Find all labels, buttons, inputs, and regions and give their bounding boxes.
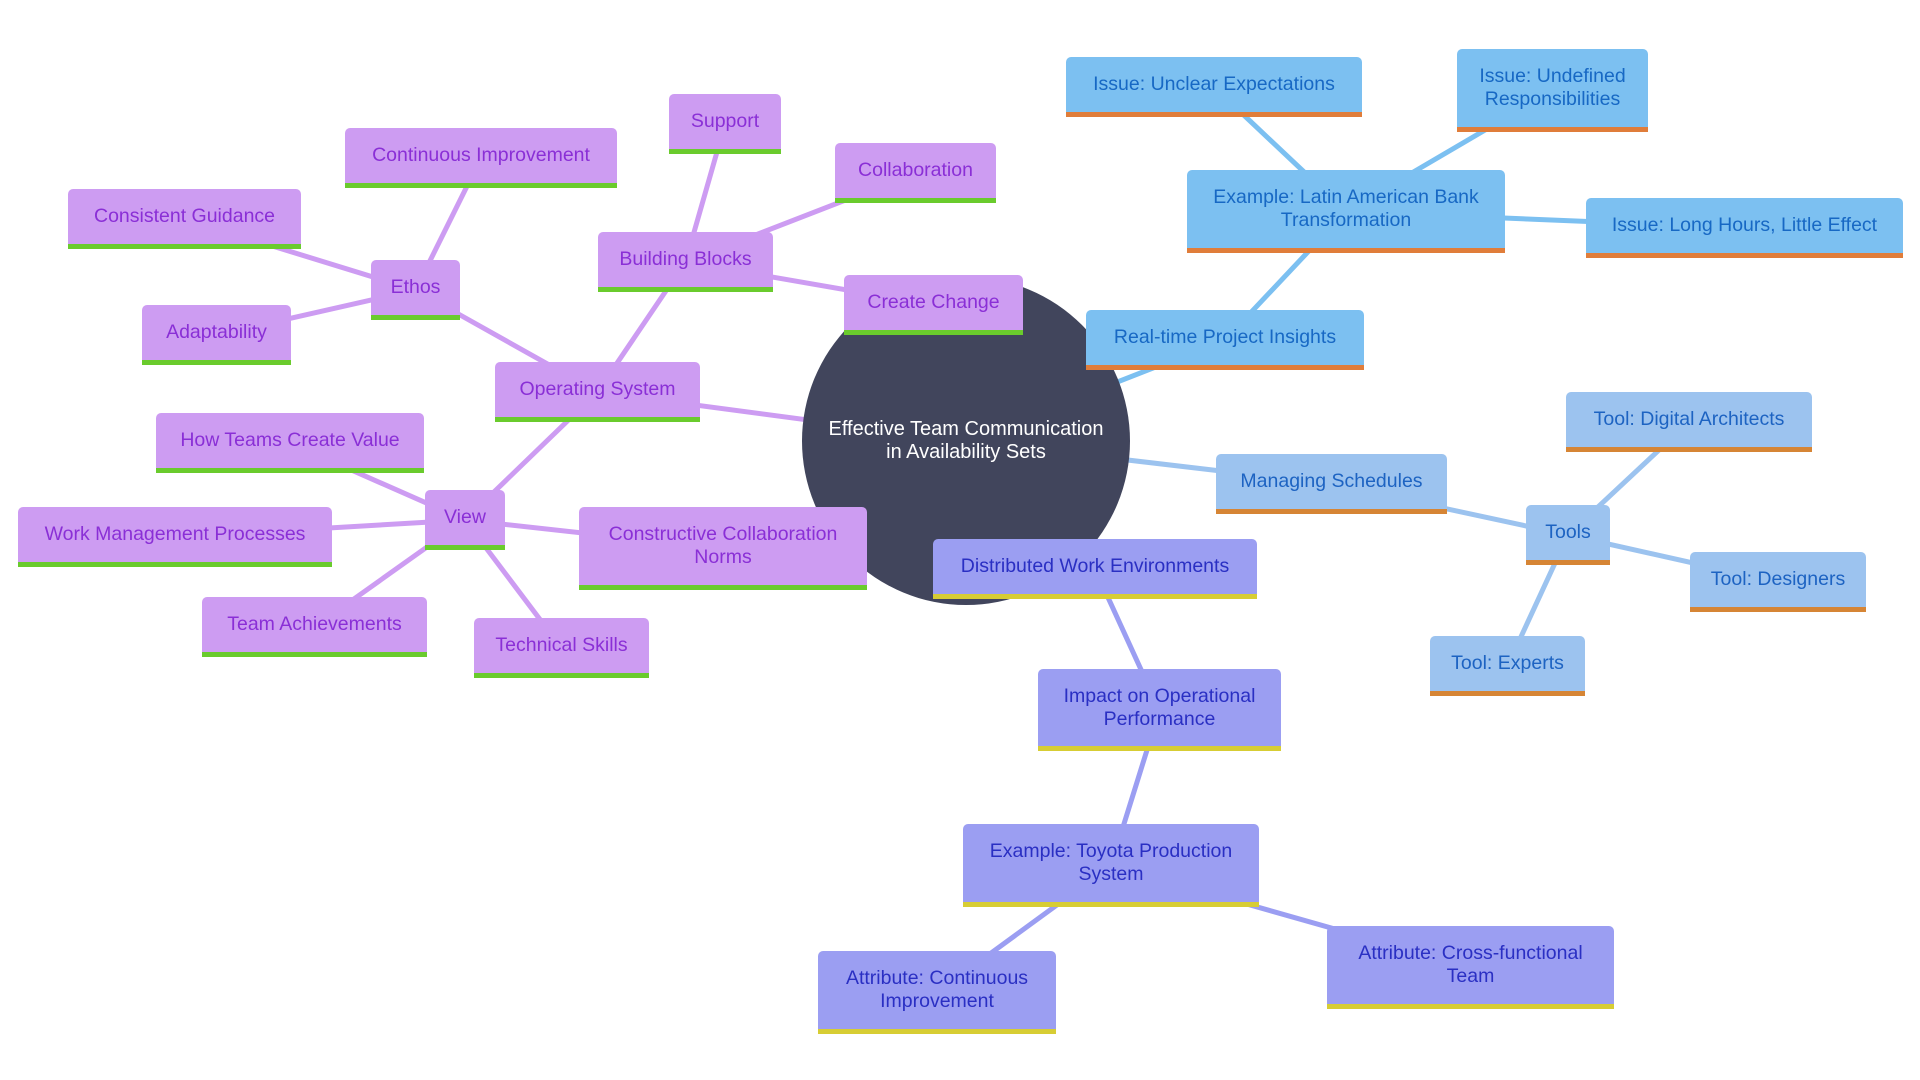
node-impact-operational-performance[interactable]: Impact on Operational Performance <box>1038 669 1281 751</box>
node-ethos[interactable]: Ethos <box>371 260 460 320</box>
node-technical-skills[interactable]: Technical Skills <box>474 618 649 678</box>
node-attribute-cross-functional-team[interactable]: Attribute: Cross-functional Team <box>1327 926 1614 1009</box>
node-label: Example: Toyota Production System <box>989 840 1233 885</box>
node-label: Ethos <box>390 276 441 298</box>
node-issue-unclear-expectations[interactable]: Issue: Unclear Expectations <box>1066 57 1362 117</box>
node-label: Tool: Designers <box>1710 568 1846 590</box>
node-label: Impact on Operational Performance <box>1063 684 1256 730</box>
node-adaptability[interactable]: Adaptability <box>142 305 291 365</box>
node-label: Work Management Processes <box>44 523 306 545</box>
node-consistent-guidance[interactable]: Consistent Guidance <box>68 189 301 249</box>
node-tools[interactable]: Tools <box>1526 505 1610 565</box>
node-label: Team Achievements <box>227 613 402 635</box>
node-tool-digital-architects[interactable]: Tool: Digital Architects <box>1566 392 1812 452</box>
node-label: Attribute: Continuous Improvement <box>845 967 1029 1012</box>
node-label: Adaptability <box>166 321 267 343</box>
node-managing-schedules[interactable]: Managing Schedules <box>1216 454 1447 514</box>
node-label: Tools <box>1545 521 1591 543</box>
node-label: Constructive Collaboration Norms <box>608 523 838 568</box>
root-node-label: Effective Team Communication in Availabi… <box>828 418 1104 463</box>
node-label: Issue: Unclear Expectations <box>1093 73 1335 95</box>
node-label: Managing Schedules <box>1240 470 1423 492</box>
node-tool-experts[interactable]: Tool: Experts <box>1430 636 1585 696</box>
node-tool-designers[interactable]: Tool: Designers <box>1690 552 1866 612</box>
node-building-blocks[interactable]: Building Blocks <box>598 232 773 292</box>
node-label: Tool: Digital Architects <box>1593 408 1785 430</box>
node-label: Attribute: Cross-functional Team <box>1358 942 1583 987</box>
node-issue-undefined-responsibilities[interactable]: Issue: Undefined Responsibilities <box>1457 49 1648 132</box>
node-label: Issue: Undefined Responsibilities <box>1479 65 1626 110</box>
node-operating-system[interactable]: Operating System <box>495 362 700 422</box>
node-latin-american-bank[interactable]: Example: Latin American Bank Transformat… <box>1187 170 1505 253</box>
node-label: Collaboration <box>858 159 973 181</box>
node-view[interactable]: View <box>425 490 505 550</box>
node-work-management-processes[interactable]: Work Management Processes <box>18 507 332 567</box>
node-constructive-collaboration-norms[interactable]: Constructive Collaboration Norms <box>579 507 867 590</box>
node-continuous-improvement[interactable]: Continuous Improvement <box>345 128 617 188</box>
node-label: View <box>444 506 486 528</box>
node-label: Technical Skills <box>495 634 628 656</box>
node-label: Building Blocks <box>619 248 752 270</box>
node-label: Tool: Experts <box>1451 652 1564 674</box>
node-label: Operating System <box>519 378 676 400</box>
node-real-time-project-insights[interactable]: Real-time Project Insights <box>1086 310 1364 370</box>
node-label: Distributed Work Environments <box>960 555 1230 577</box>
node-create-change[interactable]: Create Change <box>844 275 1023 335</box>
node-support[interactable]: Support <box>669 94 781 154</box>
node-label: Real-time Project Insights <box>1113 326 1337 348</box>
node-label: Continuous Improvement <box>372 144 590 166</box>
node-label: Issue: Long Hours, Little Effect <box>1611 214 1878 236</box>
node-attribute-continuous-improvement[interactable]: Attribute: Continuous Improvement <box>818 951 1056 1034</box>
node-collaboration[interactable]: Collaboration <box>835 143 996 203</box>
node-distributed-work-environments[interactable]: Distributed Work Environments <box>933 539 1257 599</box>
node-label: Example: Latin American Bank Transformat… <box>1213 186 1479 231</box>
node-how-teams-create-value[interactable]: How Teams Create Value <box>156 413 424 473</box>
node-toyota-production-system[interactable]: Example: Toyota Production System <box>963 824 1259 907</box>
node-label: How Teams Create Value <box>180 429 400 451</box>
node-label: Consistent Guidance <box>93 205 276 227</box>
node-team-achievements[interactable]: Team Achievements <box>202 597 427 657</box>
node-issue-long-hours[interactable]: Issue: Long Hours, Little Effect <box>1586 198 1903 258</box>
node-label: Support <box>690 110 760 132</box>
node-label: Create Change <box>867 291 1000 313</box>
